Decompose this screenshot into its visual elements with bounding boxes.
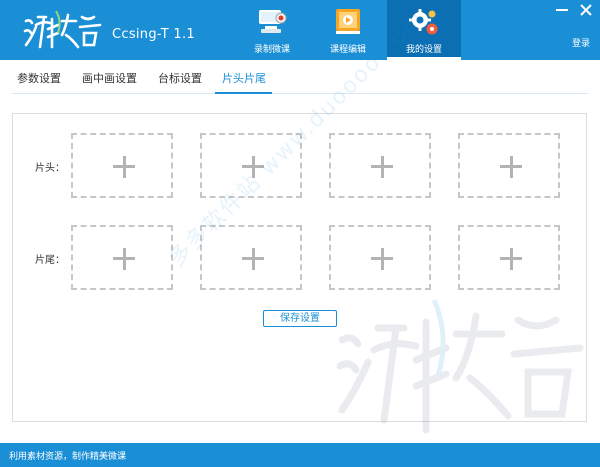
outro-row-label: 片尾：: [35, 255, 65, 266]
intro-slot-3[interactable]: [329, 133, 431, 198]
app-title: Ccsing-T 1.1: [112, 27, 195, 42]
status-bar: 利用素材资源，制作精美微课: [0, 443, 600, 467]
outro-slot-1[interactable]: [71, 225, 173, 290]
subtabs-divider: [12, 93, 588, 94]
status-bar-text: 利用素材资源，制作精美微课: [9, 452, 127, 462]
camera-icon: [259, 10, 287, 33]
close-icon[interactable]: [578, 3, 594, 17]
watermark-logo: [336, 298, 584, 434]
intro-row-label: 片头：: [35, 163, 65, 174]
course-edit-icon: [336, 9, 360, 34]
subtab-station-logo[interactable]: 台标设置: [158, 70, 202, 86]
subtab-intro-outro[interactable]: 片头片尾: [222, 70, 266, 86]
nav-tab-record-label: 录制微课: [253, 45, 290, 55]
title-bar: Ccsing-T 1.1 录制微课 课程编辑 我的设置 登录: [0, 0, 600, 60]
login-link[interactable]: 登录: [572, 36, 590, 49]
intro-slot-1[interactable]: [71, 133, 173, 198]
settings-subtabs: 参数设置 画中画设置 台标设置 片头片尾: [0, 60, 600, 95]
save-settings-button[interactable]: 保存设置: [263, 310, 337, 327]
intro-slot-4[interactable]: [458, 133, 560, 198]
minimize-icon[interactable]: [554, 3, 570, 17]
subtab-params[interactable]: 参数设置: [17, 70, 61, 86]
active-subtab-indicator: [215, 92, 272, 94]
nav-tab-record[interactable]: 录制微课: [235, 0, 309, 60]
subtab-pip[interactable]: 画中画设置: [82, 70, 137, 86]
app-logo: [23, 10, 102, 49]
